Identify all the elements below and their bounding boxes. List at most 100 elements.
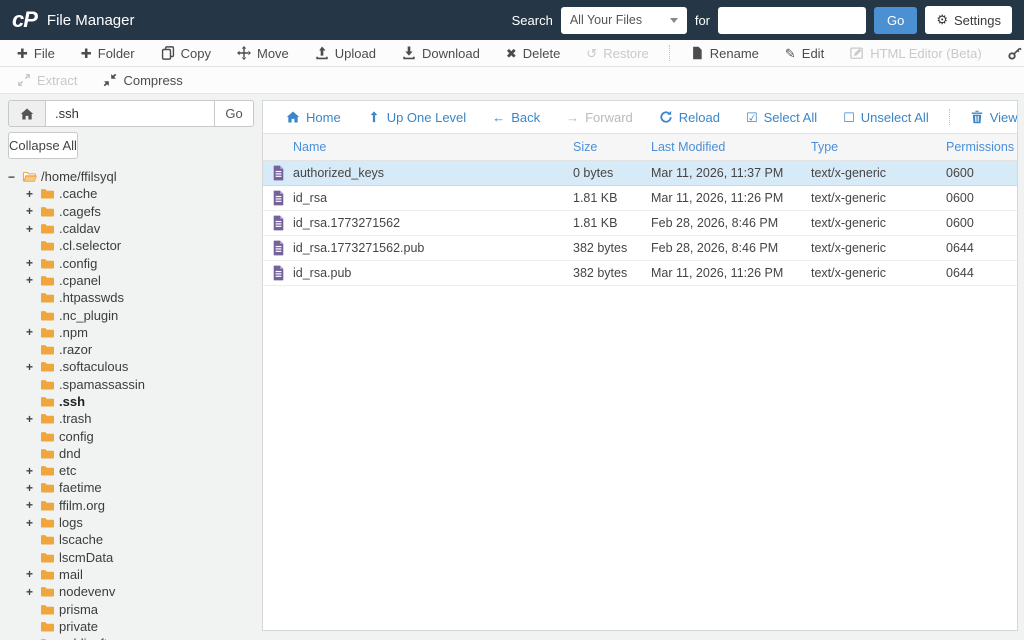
tree-item-lscache[interactable]: lscache: [8, 531, 254, 548]
tree-expander[interactable]: +: [26, 567, 40, 581]
tree-item-logs[interactable]: + logs: [8, 514, 254, 531]
table-row[interactable]: id_rsa 1.81 KB Mar 11, 2026, 11:26 PM text/…: [263, 186, 1017, 211]
plus-file-button[interactable]: ✚ File: [4, 46, 68, 61]
tree-expander[interactable]: +: [26, 464, 40, 478]
tree-item-prisma[interactable]: prisma: [8, 600, 254, 617]
tree-item-npm[interactable]: + .npm: [8, 324, 254, 341]
folder-icon: [40, 585, 55, 598]
tree-item-cagefs[interactable]: + .cagefs: [8, 203, 254, 220]
tree-expander[interactable]: −: [8, 170, 22, 184]
tree-item-faetime[interactable]: + faetime: [8, 479, 254, 496]
tree-item-cache[interactable]: + .cache: [8, 185, 254, 202]
compress-button[interactable]: Compress: [90, 73, 195, 88]
table-row[interactable]: id_rsa.pub 382 bytes Mar 11, 2026, 11:26 P…: [263, 261, 1017, 286]
back-label: Back: [511, 109, 541, 125]
sidebar-home-button[interactable]: [8, 100, 46, 127]
tree-item-cl-selector[interactable]: .cl.selector: [8, 237, 254, 254]
delete-button[interactable]: ✖ Delete: [493, 46, 573, 61]
tree-item-private[interactable]: private: [8, 618, 254, 635]
forward-button: → Forward: [553, 110, 646, 125]
permissions-button[interactable]: Permissions: [995, 46, 1024, 61]
edit-button[interactable]: ✎ Edit: [772, 46, 837, 61]
tree-expander[interactable]: +: [26, 412, 40, 426]
view-trash-button[interactable]: View Trash: [957, 110, 1017, 125]
column-header-last-modified[interactable]: Last Modified: [651, 140, 811, 154]
settings-button[interactable]: ⚙ Settings: [925, 6, 1012, 34]
extract-label: Extract: [37, 72, 78, 88]
cell-permissions: 0600: [946, 166, 974, 180]
upload-button[interactable]: Upload: [302, 46, 389, 61]
tree-item-label: public_ftp: [59, 636, 115, 640]
tree-expander[interactable]: +: [26, 187, 40, 201]
tree-item-etc[interactable]: + etc: [8, 462, 254, 479]
table-row[interactable]: authorized_keys 0 bytes Mar 11, 2026, 11:3…: [263, 161, 1017, 186]
tree-expander[interactable]: +: [26, 273, 40, 287]
tree-expander[interactable]: +: [26, 256, 40, 270]
table-row[interactable]: id_rsa.1773271562.pub 382 bytes Feb 28, 20…: [263, 236, 1017, 261]
tree-item-mail[interactable]: + mail: [8, 566, 254, 583]
tree-item-cpanel[interactable]: + .cpanel: [8, 272, 254, 289]
tree-item-caldav[interactable]: + .caldav: [8, 220, 254, 237]
home-button[interactable]: Home: [273, 110, 354, 125]
search-input[interactable]: [718, 6, 867, 34]
search-scope-select[interactable]: All Your Files: [560, 6, 687, 34]
tree-expander[interactable]: +: [26, 222, 40, 236]
tree-item-spamassassin[interactable]: .spamassassin: [8, 376, 254, 393]
tree-item-nc-plugin[interactable]: .nc_plugin: [8, 306, 254, 323]
tree-expander[interactable]: +: [26, 516, 40, 530]
path-go-button[interactable]: Go: [214, 100, 254, 127]
tree-item-softaculous[interactable]: + .softaculous: [8, 358, 254, 375]
collapse-all-button[interactable]: Collapse All: [8, 132, 78, 159]
tree-item-label: .spamassassin: [59, 376, 145, 392]
plus-folder-button[interactable]: ✚ Folder: [68, 46, 148, 61]
select-all-button[interactable]: ☑ Select All: [733, 110, 830, 125]
tree-item-label: ffilm.org: [59, 497, 105, 513]
tree-item-ssh[interactable]: .ssh: [8, 393, 254, 410]
tree-item-label: .cpanel: [59, 272, 101, 288]
folder-icon: [40, 603, 55, 616]
tree-item-htpasswds[interactable]: .htpasswds: [8, 289, 254, 306]
tree-expander[interactable]: +: [26, 585, 40, 599]
tree-expander[interactable]: +: [26, 498, 40, 512]
tree-expander[interactable]: +: [26, 481, 40, 495]
edit-icon: ✎: [784, 45, 796, 61]
column-header-size[interactable]: Size: [573, 140, 651, 154]
column-header-name[interactable]: Name: [293, 140, 573, 154]
html-editor-label: HTML Editor (Beta): [870, 45, 982, 61]
tree-expander[interactable]: +: [26, 325, 40, 339]
tree-item-config[interactable]: config: [8, 427, 254, 444]
tree-item-lscmData[interactable]: lscmData: [8, 549, 254, 566]
folder-icon: [40, 360, 55, 373]
tree-item-label: etc: [59, 463, 77, 479]
tree-item-trash[interactable]: + .trash: [8, 410, 254, 427]
search-go-button[interactable]: Go: [874, 6, 918, 34]
download-button[interactable]: Download: [389, 46, 493, 61]
tree-expander[interactable]: +: [26, 204, 40, 218]
up-one-level-button[interactable]: Up One Level: [354, 110, 480, 125]
unselect-all-button[interactable]: ☐ Unselect All: [830, 110, 942, 125]
move-button[interactable]: Move: [224, 46, 302, 61]
copy-button[interactable]: Copy: [148, 46, 224, 61]
reload-button[interactable]: Reload: [646, 110, 733, 125]
back-button[interactable]: ← Back: [479, 110, 553, 125]
folder-icon: [40, 620, 55, 633]
file-icon: [272, 215, 285, 231]
path-input[interactable]: [46, 100, 215, 127]
rename-button[interactable]: Rename: [677, 46, 772, 61]
tree-item-dnd[interactable]: dnd: [8, 445, 254, 462]
tree-item-home-ffilsyql[interactable]: − /home/ffilsyql: [8, 168, 254, 185]
file-cell-icon: [263, 190, 293, 206]
file-icon: [272, 190, 285, 206]
tree-item-config[interactable]: + .config: [8, 254, 254, 271]
tree-item-razor[interactable]: .razor: [8, 341, 254, 358]
tree-item-public-ftp[interactable]: + public_ftp: [8, 635, 254, 640]
column-header-permissions[interactable]: Permissions: [946, 140, 1017, 154]
tree-item-nodevenv[interactable]: + nodevenv: [8, 583, 254, 600]
cell-modified: Feb 28, 2026, 8:46 PM: [651, 241, 779, 255]
file-window: Home Up One Level ← Back → Forward Reload ☑ Sele…: [262, 100, 1018, 631]
tree-expander[interactable]: +: [26, 360, 40, 374]
tree-item-ffilm-org[interactable]: + ffilm.org: [8, 497, 254, 514]
table-row[interactable]: id_rsa.1773271562 1.81 KB Feb 28, 2026, 8:…: [263, 211, 1017, 236]
tree-expander[interactable]: +: [26, 637, 40, 640]
column-header-type[interactable]: Type: [811, 140, 946, 154]
